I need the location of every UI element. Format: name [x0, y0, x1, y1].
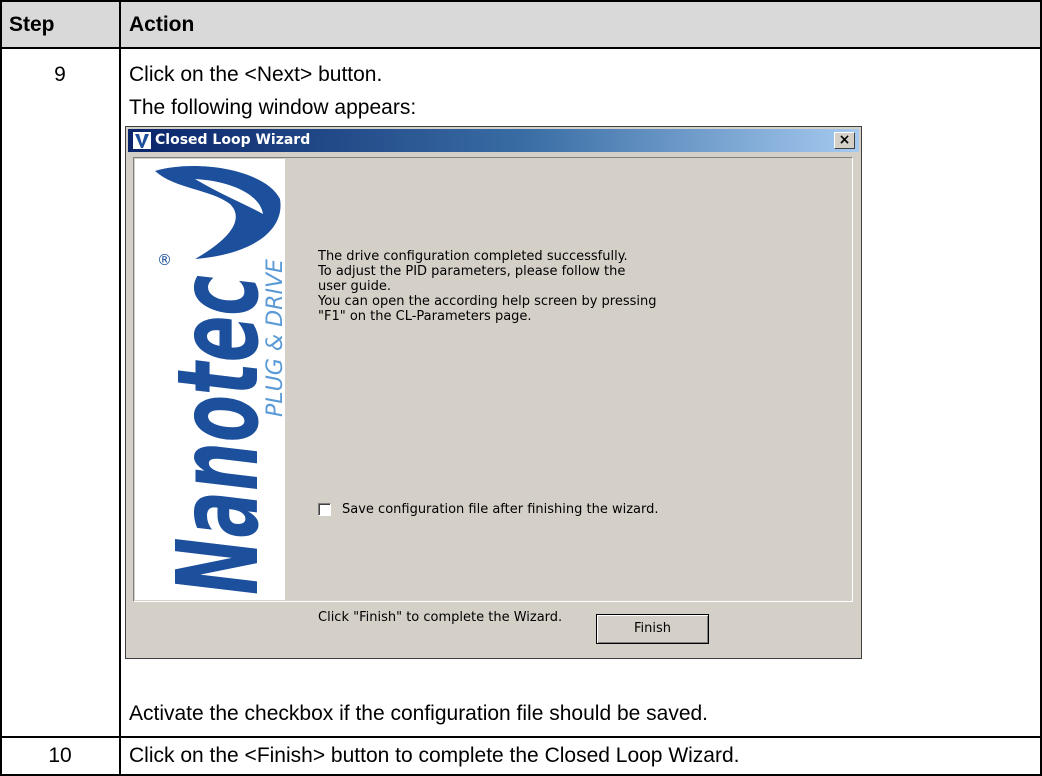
table-border-header: [0, 47, 1042, 49]
step-number-9: 9: [54, 63, 66, 86]
completion-message: The drive configuration completed succes…: [318, 249, 657, 324]
nanotec-logo: ® Nanotec PLUG & DRIVE: [154, 166, 285, 595]
action-text-activate-checkbox: Activate the checkbox if the configurati…: [129, 702, 709, 725]
closed-loop-wizard-dialog: Closed Loop Wizard × ® Nanotec PLUG & DR…: [125, 126, 862, 659]
message-line: To adjust the PID parameters, please fol…: [318, 264, 626, 279]
message-line: The drive configuration completed succes…: [318, 249, 628, 264]
brand-panel: ® Nanotec PLUG & DRIVE: [135, 159, 285, 600]
action-text-next: Click on the <Next> button.: [129, 63, 383, 86]
close-button[interactable]: ×: [834, 132, 855, 149]
finish-button[interactable]: Finish: [596, 614, 709, 644]
table-border-top: [0, 0, 1042, 2]
finish-hint-text: Click "Finish" to complete the Wizard.: [318, 610, 563, 625]
table-border-row: [0, 736, 1042, 738]
table-border-left: [0, 0, 2, 776]
header-step: Step: [9, 13, 55, 36]
table-column-divider: [119, 0, 121, 776]
save-config-checkbox-label[interactable]: Save configuration file after finishing …: [342, 502, 659, 517]
action-text-window-appears: The following window appears:: [129, 96, 417, 119]
header-action: Action: [129, 13, 195, 36]
dialog-titlebar[interactable]: Closed Loop Wizard ×: [128, 129, 859, 152]
app-logo-icon: [133, 132, 151, 149]
wizard-content-frame: ® Nanotec PLUG & DRIVE The drive configu…: [133, 157, 853, 625]
brand-tagline: PLUG & DRIVE: [263, 259, 285, 417]
action-text-finish: Click on the <Finish> button to complete…: [129, 744, 740, 767]
save-config-checkbox[interactable]: [318, 503, 331, 516]
registered-mark: ®: [157, 251, 172, 269]
message-line: user guide.: [318, 279, 391, 294]
step-number-10: 10: [48, 744, 72, 767]
message-line: "F1" on the CL-Parameters page.: [318, 309, 532, 324]
dialog-title: Closed Loop Wizard: [155, 132, 311, 148]
message-line: You can open the according help screen b…: [318, 294, 657, 309]
